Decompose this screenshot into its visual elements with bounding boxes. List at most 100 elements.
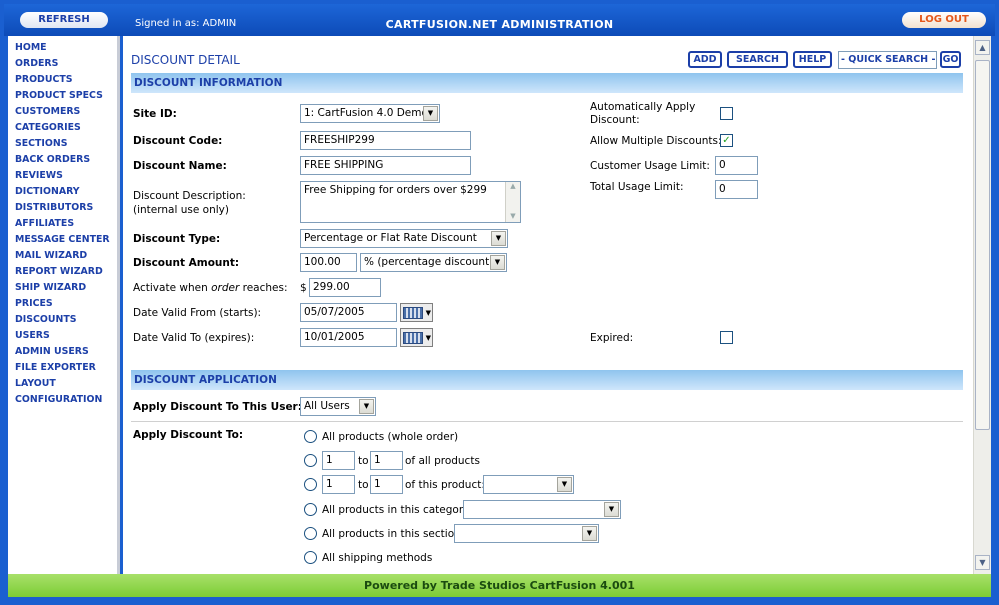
- discount-amount-input[interactable]: 100.00: [300, 253, 357, 272]
- range-this-product-label: of this product:: [405, 479, 485, 491]
- sidebar-item-report-wizard[interactable]: REPORT WIZARD: [8, 266, 117, 282]
- discount-amount-label: Discount Amount:: [133, 257, 240, 269]
- activate-threshold-label: Activate when order reaches:: [133, 282, 287, 294]
- sidebar-item-admin-users[interactable]: ADMIN USERS: [8, 346, 117, 362]
- help-button[interactable]: HELP: [793, 51, 832, 68]
- apply-user-select[interactable]: All Users ▼: [300, 397, 376, 416]
- chevron-down-icon: ▼: [423, 106, 438, 121]
- multiple-discounts-checkbox[interactable]: ✓: [720, 134, 733, 147]
- sidebar-item-categories[interactable]: CATEGORIES: [8, 122, 117, 138]
- sidebar-item-discounts[interactable]: DISCOUNTS: [8, 314, 117, 330]
- radio-range-this-product[interactable]: [304, 478, 317, 491]
- sidebar-item-mail-wizard[interactable]: MAIL WIZARD: [8, 250, 117, 266]
- sidebar-item-home[interactable]: HOME: [8, 42, 117, 58]
- discount-type-select[interactable]: Percentage or Flat Rate Discount ▼: [300, 229, 508, 248]
- discount-code-label: Discount Code:: [133, 135, 223, 147]
- add-button[interactable]: ADD: [688, 51, 722, 68]
- apply-to-label: Apply Discount To:: [133, 429, 244, 441]
- calendar-picker-from[interactable]: ▼: [400, 303, 433, 322]
- sidebar-item-orders[interactable]: ORDERS: [8, 58, 117, 74]
- discount-type-value: Percentage or Flat Rate Discount: [304, 232, 477, 244]
- quick-search-select[interactable]: - QUICK SEARCH -: [838, 51, 937, 69]
- textarea-scrollbar[interactable]: ▲ ▼: [505, 182, 520, 222]
- sidebar-item-layout[interactable]: LAYOUT: [8, 378, 117, 394]
- calendar-icon: [403, 307, 423, 319]
- discount-description-label: Discount Description:: [133, 190, 246, 202]
- sidebar-item-ship-wizard[interactable]: SHIP WIZARD: [8, 282, 117, 298]
- sidebar-item-message-center[interactable]: MESSAGE CENTER: [8, 234, 117, 250]
- expired-label: Expired:: [590, 332, 634, 344]
- range-product-to-input[interactable]: 1: [370, 475, 403, 494]
- sidebar-item-products[interactable]: PRODUCTS: [8, 74, 117, 90]
- app-title: CARTFUSION.NET ADMINISTRATION: [385, 18, 614, 31]
- site-id-select[interactable]: 1: CartFusion 4.0 Demo ▼: [300, 104, 440, 123]
- activate-label-em: order: [211, 282, 240, 294]
- product-select[interactable]: ▼: [483, 475, 574, 494]
- sidebar-nav-list: HOME ORDERS PRODUCTS PRODUCT SPECS CUSTOMERS…: [8, 36, 117, 410]
- sidebar-item-product-specs[interactable]: PRODUCT SPECS: [8, 90, 117, 106]
- sidebar-item-prices[interactable]: PRICES: [8, 298, 117, 314]
- chevron-down-icon: ▼: [557, 477, 572, 492]
- sidebar-item-back-orders[interactable]: BACK ORDERS: [8, 154, 117, 170]
- sidebar-item-dictionary[interactable]: DICTIONARY: [8, 186, 117, 202]
- page-scrollbar[interactable]: ▲ ▼: [973, 36, 991, 574]
- discount-description-textarea[interactable]: Free Shipping for orders over $299 ▲ ▼: [300, 181, 521, 223]
- customer-usage-limit-label: Customer Usage Limit:: [590, 160, 710, 172]
- date-from-label: Date Valid From (starts):: [133, 307, 262, 319]
- range-all-from-input[interactable]: 1: [322, 451, 355, 470]
- scroll-up-button[interactable]: ▲: [975, 40, 990, 55]
- sidebar-item-reviews[interactable]: REVIEWS: [8, 170, 117, 186]
- sidebar-item-affiliates[interactable]: AFFILIATES: [8, 218, 117, 234]
- radio-shipping-label: All shipping methods: [322, 552, 433, 564]
- radio-range-all-products[interactable]: [304, 454, 317, 467]
- category-select[interactable]: ▼: [463, 500, 621, 519]
- activate-threshold-input[interactable]: 299.00: [309, 278, 381, 297]
- customer-usage-limit-input[interactable]: 0: [715, 156, 758, 175]
- logout-button[interactable]: LOG OUT: [902, 12, 986, 28]
- discount-code-input[interactable]: FREESHIP299: [300, 131, 471, 150]
- chevron-down-icon: ▼: [490, 255, 505, 270]
- radio-category-label: All products in this category:: [322, 504, 473, 516]
- date-to-input[interactable]: 10/01/2005: [300, 328, 397, 347]
- sidebar-item-distributors[interactable]: DISTRIBUTORS: [8, 202, 117, 218]
- range-all-to-input[interactable]: 1: [370, 451, 403, 470]
- range-to-label: to: [358, 455, 369, 467]
- scroll-up-icon: ▲: [510, 182, 516, 190]
- radio-category[interactable]: [304, 503, 317, 516]
- sidebar-item-configuration[interactable]: CONFIGURATION: [8, 394, 117, 410]
- calendar-picker-to[interactable]: ▼: [400, 328, 433, 347]
- sidebar-nav: HOME ORDERS PRODUCTS PRODUCT SPECS CUSTOMERS…: [8, 36, 120, 574]
- total-usage-limit-label: Total Usage Limit:: [590, 181, 684, 193]
- radio-section[interactable]: [304, 527, 317, 540]
- chevron-down-icon: ▼: [359, 399, 374, 414]
- chevron-down-icon: ▼: [425, 334, 431, 342]
- search-button[interactable]: SEARCH: [727, 51, 788, 68]
- section-select[interactable]: ▼: [454, 524, 599, 543]
- radio-all-products[interactable]: [304, 430, 317, 443]
- expired-checkbox[interactable]: [720, 331, 733, 344]
- range-product-from-input[interactable]: 1: [322, 475, 355, 494]
- sidebar-item-users[interactable]: USERS: [8, 330, 117, 346]
- date-to-label: Date Valid To (expires):: [133, 332, 255, 344]
- multiple-discounts-label: Allow Multiple Discounts:: [590, 135, 722, 147]
- scroll-thumb[interactable]: [975, 60, 990, 430]
- sidebar-item-sections[interactable]: SECTIONS: [8, 138, 117, 154]
- auto-apply-label: Automatically Apply: [590, 101, 696, 113]
- discount-name-label: Discount Name:: [133, 160, 227, 172]
- radio-shipping[interactable]: [304, 551, 317, 564]
- auto-apply-label-line2: Discount:: [590, 114, 640, 126]
- go-button[interactable]: GO: [940, 51, 961, 68]
- divider: [131, 421, 963, 422]
- discount-description-note: (internal use only): [133, 204, 229, 216]
- scroll-down-button[interactable]: ▼: [975, 555, 990, 570]
- date-from-input[interactable]: 05/07/2005: [300, 303, 397, 322]
- section-discount-application: DISCOUNT APPLICATION: [131, 370, 963, 390]
- discount-amount-unit-select[interactable]: % (percentage discount) ▼: [360, 253, 507, 272]
- main-content: DISCOUNT DETAIL ADD SEARCH HELP - QUICK …: [123, 36, 973, 574]
- sidebar-item-file-exporter[interactable]: FILE EXPORTER: [8, 362, 117, 378]
- activate-label-post: reaches:: [239, 282, 288, 294]
- total-usage-limit-input[interactable]: 0: [715, 180, 758, 199]
- auto-apply-checkbox[interactable]: [720, 107, 733, 120]
- sidebar-item-customers[interactable]: CUSTOMERS: [8, 106, 117, 122]
- discount-name-input[interactable]: FREE SHIPPING: [300, 156, 471, 175]
